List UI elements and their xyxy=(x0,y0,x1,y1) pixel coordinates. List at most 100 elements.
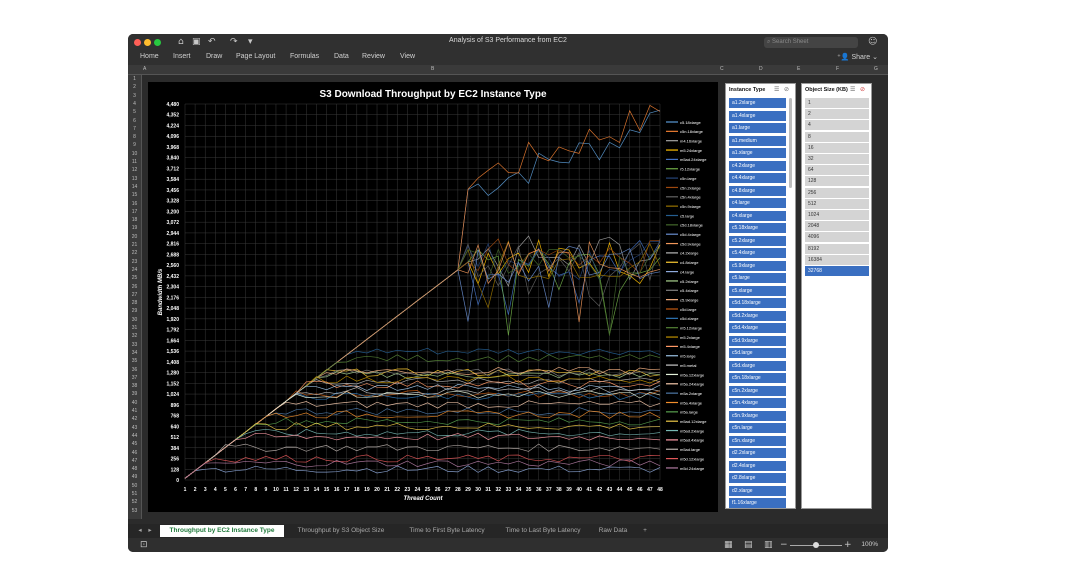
instance-type-option[interactable]: a1.large xyxy=(729,123,786,133)
row-header[interactable]: 40 xyxy=(128,400,141,406)
object-size-option[interactable]: 4096 xyxy=(805,232,869,243)
row-header[interactable]: 22 xyxy=(128,250,141,256)
instance-type-option[interactable]: c5.18xlarge xyxy=(729,223,786,233)
row-header[interactable]: 6 xyxy=(128,118,141,124)
instance-type-option[interactable]: c5n.18xlarge xyxy=(729,373,786,383)
search-sheet-input[interactable]: ⌕ Search Sheet xyxy=(764,37,858,48)
row-header[interactable]: 26 xyxy=(128,284,141,290)
instance-type-option[interactable]: a1.medium xyxy=(729,135,786,146)
row-header[interactable]: 18 xyxy=(128,217,141,223)
instance-type-option[interactable]: c4.2xlarge xyxy=(729,160,786,171)
ribbon-tab-page-layout[interactable]: Page Layout xyxy=(236,53,275,60)
row-header[interactable]: 48 xyxy=(128,466,141,472)
row-header[interactable]: 20 xyxy=(128,234,141,240)
zoom-in-icon[interactable]: + xyxy=(844,539,852,551)
scroll-tabs-right-icon[interactable]: ▸ xyxy=(146,525,154,537)
instance-type-option[interactable]: c5n.xlarge xyxy=(729,435,786,446)
instance-type-option[interactable]: c5.4xlarge xyxy=(729,248,786,258)
instance-type-option[interactable]: c4.8xlarge xyxy=(729,185,786,196)
row-header[interactable]: 33 xyxy=(128,342,141,348)
row-header[interactable]: 21 xyxy=(128,242,141,248)
account-icon[interactable]: ☺ xyxy=(868,36,877,48)
row-header[interactable]: 36 xyxy=(128,367,141,373)
object-size-option[interactable]: 8192 xyxy=(805,243,869,254)
instance-type-option[interactable]: c5n.9xlarge xyxy=(729,410,786,421)
row-header[interactable]: 9 xyxy=(128,142,141,148)
column-header-c[interactable]: C xyxy=(720,66,724,72)
instance-type-option[interactable]: c5.9xlarge xyxy=(729,260,786,271)
object-size-option[interactable]: 256 xyxy=(805,187,869,198)
instance-type-option[interactable]: c5n.2xlarge xyxy=(729,385,786,396)
instance-type-option[interactable]: c5d.9xlarge xyxy=(729,335,786,346)
row-header[interactable]: 46 xyxy=(128,450,141,456)
row-header[interactable]: 29 xyxy=(128,308,141,314)
row-header[interactable]: 49 xyxy=(128,474,141,480)
row-header[interactable]: 11 xyxy=(128,159,141,165)
ribbon-tab-formulas[interactable]: Formulas xyxy=(290,53,319,60)
row-header[interactable]: 35 xyxy=(128,358,141,364)
row-header[interactable]: 34 xyxy=(128,350,141,356)
scroll-tabs-left-icon[interactable]: ◂ xyxy=(136,525,144,537)
row-header[interactable]: 2 xyxy=(128,84,141,90)
clear-filter-icon[interactable]: ⊘ xyxy=(860,86,865,93)
instance-type-slicer[interactable]: Instance Type ☰ ⊘ a1.2xlarge a1.4xlarge a1… xyxy=(725,83,796,509)
row-header[interactable]: 12 xyxy=(128,167,141,173)
row-header[interactable]: 44 xyxy=(128,433,141,439)
row-header[interactable]: 41 xyxy=(128,408,141,414)
instance-type-option[interactable]: d2.4xlarge xyxy=(729,460,786,471)
column-header-a[interactable]: A xyxy=(143,66,146,72)
instance-type-option[interactable]: c5d.4xlarge xyxy=(729,323,786,333)
throughput-line-chart[interactable]: S3 Download Throughput by EC2 Instance T… xyxy=(148,82,718,512)
instance-type-option[interactable]: c4.large xyxy=(729,198,786,208)
object-size-option[interactable]: 128 xyxy=(805,176,869,187)
instance-type-option[interactable]: c5.2xlarge xyxy=(729,235,786,246)
row-header[interactable]: 23 xyxy=(128,259,141,265)
sheet-tab-last-byte[interactable]: Time to Last Byte Latency xyxy=(498,525,588,537)
row-header[interactable]: 53 xyxy=(128,508,141,514)
object-size-option[interactable]: 64 xyxy=(805,165,869,176)
row-header[interactable]: 47 xyxy=(128,458,141,464)
object-size-option[interactable]: 16 xyxy=(805,142,869,153)
instance-type-option[interactable]: c4.4xlarge xyxy=(729,173,786,183)
sheet-tab-raw-data[interactable]: Raw Data xyxy=(590,525,636,537)
column-header-f[interactable]: F xyxy=(836,66,839,72)
object-size-option[interactable]: 1 xyxy=(805,98,869,108)
multi-select-icon[interactable]: ☰ xyxy=(850,86,855,93)
instance-type-option[interactable]: c4.xlarge xyxy=(729,210,786,221)
clear-filter-icon[interactable]: ⊘ xyxy=(784,86,789,93)
row-header[interactable]: 5 xyxy=(128,109,141,115)
row-header[interactable]: 10 xyxy=(128,151,141,157)
ribbon-tab-data[interactable]: Data xyxy=(334,53,349,60)
row-header[interactable]: 28 xyxy=(128,300,141,306)
sheet-tab-first-byte[interactable]: Time to First Byte Latency xyxy=(398,525,496,537)
object-size-option[interactable]: 1024 xyxy=(805,210,869,220)
object-size-option[interactable]: 4 xyxy=(805,120,869,131)
row-header[interactable]: 4 xyxy=(128,101,141,107)
row-header[interactable]: 45 xyxy=(128,441,141,447)
normal-view-icon[interactable]: ▦ xyxy=(724,539,733,551)
instance-type-option[interactable]: a1.4xlarge xyxy=(729,110,786,121)
row-header[interactable]: 14 xyxy=(128,184,141,190)
row-header[interactable]: 30 xyxy=(128,317,141,323)
object-size-option[interactable]: 8 xyxy=(805,131,869,142)
object-size-option[interactable]: 512 xyxy=(805,198,869,209)
row-header[interactable]: 50 xyxy=(128,483,141,489)
row-header[interactable]: 25 xyxy=(128,275,141,281)
row-header[interactable]: 24 xyxy=(128,267,141,273)
ribbon-tab-home[interactable]: Home xyxy=(140,53,159,60)
row-header[interactable]: 17 xyxy=(128,209,141,215)
row-header[interactable]: 32 xyxy=(128,333,141,339)
ribbon-tab-review[interactable]: Review xyxy=(362,53,385,60)
row-header[interactable]: 19 xyxy=(128,225,141,231)
row-header[interactable]: 7 xyxy=(128,126,141,132)
object-size-option[interactable]: 32 xyxy=(805,154,869,164)
page-layout-view-icon[interactable]: ▤ xyxy=(744,539,753,551)
instance-type-option[interactable]: a1.2xlarge xyxy=(729,98,786,108)
instance-type-option[interactable]: f1.16xlarge xyxy=(729,498,786,508)
macro-record-icon[interactable]: ⊡ xyxy=(140,539,148,551)
instance-type-option[interactable]: d2.xlarge xyxy=(729,485,786,496)
instance-type-option[interactable]: c5n.4xlarge xyxy=(729,398,786,408)
zoom-out-icon[interactable]: − xyxy=(780,539,788,551)
slicer-scrollbar[interactable] xyxy=(789,98,792,188)
multi-select-icon[interactable]: ☰ xyxy=(774,86,779,93)
